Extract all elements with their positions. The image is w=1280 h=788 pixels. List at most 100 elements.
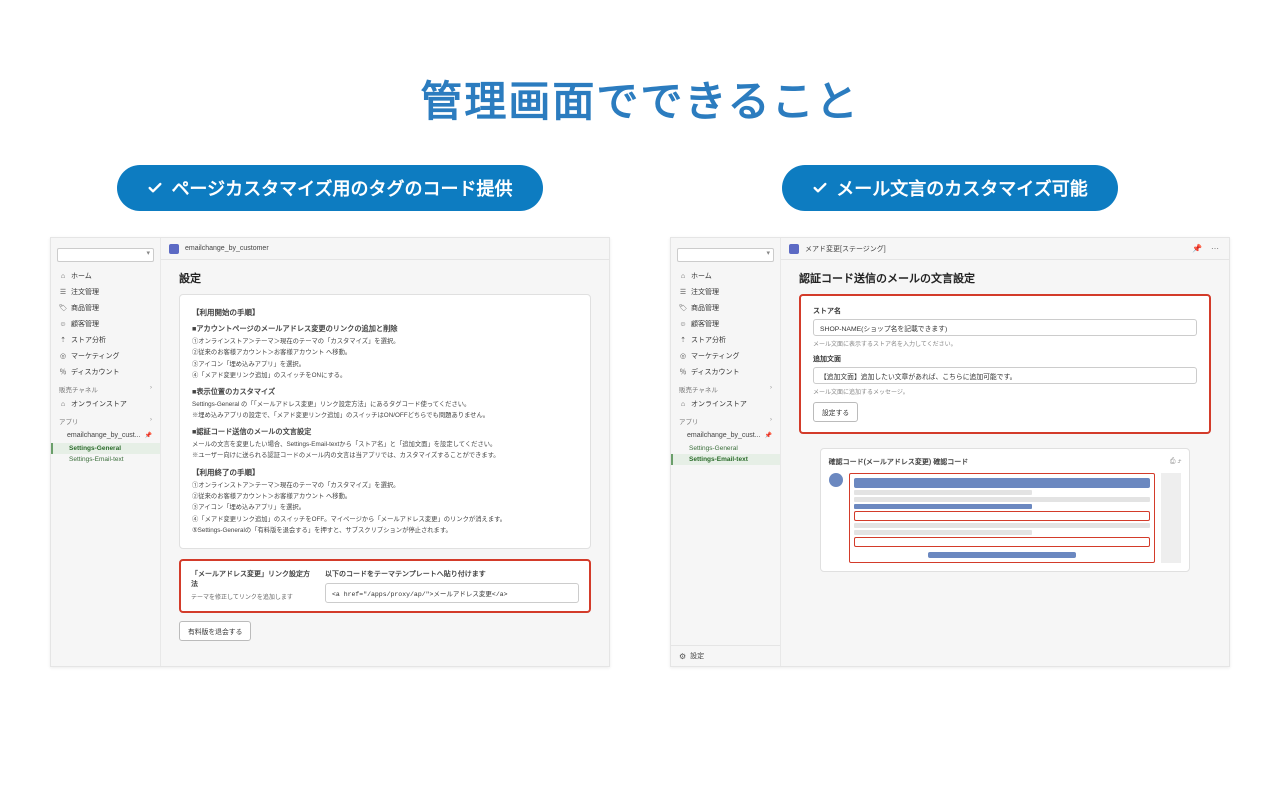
app-topbar: メアド変更[ステージング] 📌 ⋯ <box>781 238 1229 260</box>
link-method-sub: テーマを修正してリンクを追加します <box>191 592 311 601</box>
orders-icon: ☰ <box>59 288 67 296</box>
subnav-settings-email-text[interactable]: Settings-Email-text <box>51 454 160 465</box>
input-additional-text[interactable] <box>813 367 1197 384</box>
chevron-right-icon[interactable]: › <box>150 384 152 394</box>
step-line: ⑤Settings-Generalの「有料版を退会する」を押すと、サブスクリプシ… <box>192 526 578 535</box>
sub-email-text: ■認証コード送信のメールの文言設定 <box>192 427 578 437</box>
nav-analytics[interactable]: ⇡ストア分析 <box>51 332 160 348</box>
save-button[interactable]: 設定する <box>813 402 858 422</box>
screenshot-left: ⌂ホーム ☰注文管理 🏷商品管理 ☺顧客管理 ⇡ストア分析 ◎マーケティング ％… <box>50 237 610 667</box>
chevron-right-icon[interactable]: › <box>150 416 152 426</box>
app-badge-icon <box>789 244 799 254</box>
nav-discounts[interactable]: ％ディスカウント <box>671 364 780 380</box>
pin-icon[interactable]: 📌 <box>145 432 152 439</box>
page-heading: 設定 <box>179 270 591 286</box>
nav-marketing[interactable]: ◎マーケティング <box>51 348 160 364</box>
nav-online-store[interactable]: ⌂オンラインストア <box>51 396 160 412</box>
nav-discounts[interactable]: ％ディスカウント <box>51 364 160 380</box>
marketing-icon: ◎ <box>679 352 687 360</box>
marketing-icon: ◎ <box>59 352 67 360</box>
nav-home[interactable]: ⌂ホーム <box>671 268 780 284</box>
step-line: ①オンラインストア＞テーマ＞現在のテーマの「カスタマイズ」を選択。 <box>192 481 578 490</box>
nav-customers[interactable]: ☺顧客管理 <box>671 316 780 332</box>
pill-left: ページカスタマイズ用のタグのコード提供 <box>117 165 542 211</box>
chevron-right-icon[interactable]: › <box>770 384 772 394</box>
left-column: ページカスタマイズ用のタグのコード提供 ⌂ホーム ☰注文管理 🏷商品管理 ☺顧客… <box>50 165 610 667</box>
discounts-icon: ％ <box>679 368 687 376</box>
label-store-name: ストア名 <box>813 306 1197 316</box>
customers-icon: ☺ <box>59 320 67 328</box>
step-line: ③アイコン「埋め込みアプリ」を選択。 <box>192 360 578 369</box>
nav-section-apps: アプリ› <box>671 412 780 428</box>
sub-add-remove-link: ■アカウントページのメールアドレス変更のリンクの追加と削除 <box>192 324 578 334</box>
right-column: メール文言のカスタマイズ可能 ⌂ホーム ☰注文管理 🏷商品管理 ☺顧客管理 ⇡ス… <box>670 165 1230 667</box>
input-store-name[interactable] <box>813 319 1197 336</box>
nav-analytics[interactable]: ⇡ストア分析 <box>671 332 780 348</box>
cancel-subscription-button[interactable]: 有料版を退会する <box>179 621 251 641</box>
step-line: ③アイコン「埋め込みアプリ」を選択。 <box>192 503 578 512</box>
admin-sidebar: ⌂ホーム ☰注文管理 🏷商品管理 ☺顧客管理 ⇡ストア分析 ◎マーケティング ％… <box>671 238 781 666</box>
analytics-icon: ⇡ <box>679 336 687 344</box>
store-icon: ⌂ <box>679 400 687 408</box>
section-end-title: 【利用終了の手順】 <box>192 467 578 478</box>
gear-icon: ⚙ <box>679 652 686 661</box>
admin-main: emailchange_by_customer 設定 【利用開始の手順】 ■アカ… <box>161 238 609 666</box>
nav-marketing[interactable]: ◎マーケティング <box>671 348 780 364</box>
subnav-settings-email-text[interactable]: Settings-Email-text <box>671 454 780 465</box>
pill-right-label: メール文言のカスタマイズ可能 <box>836 175 1087 201</box>
topbar-title: emailchange_by_customer <box>185 245 269 252</box>
chevron-right-icon[interactable]: › <box>770 416 772 426</box>
topbar-title: メアド変更[ステージング] <box>805 244 886 254</box>
admin-main: メアド変更[ステージング] 📌 ⋯ 認証コード送信のメールの文言設定 ストア名 … <box>781 238 1229 666</box>
step-line: ②従来のお客様アカウント＞お客様アカウント へ移動。 <box>192 348 578 357</box>
app-badge-icon <box>169 244 179 254</box>
step-line: ④「メアド変更リンク追加」のスイッチをONにする。 <box>192 371 578 380</box>
store-selector[interactable] <box>677 248 774 262</box>
check-icon <box>147 180 163 196</box>
pin-icon[interactable]: 📌 <box>765 432 772 439</box>
print-icon[interactable]: ⎙ ⤴ <box>1170 458 1181 466</box>
nav-products[interactable]: 🏷商品管理 <box>51 300 160 316</box>
home-icon: ⌂ <box>679 272 687 280</box>
subnav-settings-general[interactable]: Settings-General <box>671 443 780 454</box>
email-preview-panel: 確認コード(メールアドレス変更) 確認コード ⎙ ⤴ <box>820 448 1191 572</box>
code-snippet[interactable]: <a href="/apps/proxy/ap/">メールアドレス変更</a> <box>325 583 579 603</box>
nav-home[interactable]: ⌂ホーム <box>51 268 160 284</box>
link-code-card: 「メールアドレス変更」リンク設定方法 テーマを修正してリンクを追加します 以下の… <box>179 559 591 613</box>
nav-settings[interactable]: ⚙設定 <box>671 645 780 666</box>
subnav-settings-general[interactable]: Settings-General <box>51 443 160 454</box>
orders-icon: ☰ <box>679 288 687 296</box>
products-icon: 🏷 <box>679 304 687 312</box>
email-body-preview <box>849 473 1156 563</box>
nav-app-emailchange[interactable]: emailchange_by_cust...📌 <box>51 428 160 443</box>
nav-app-emailchange[interactable]: emailchange_by_cust...📌 <box>671 428 780 443</box>
nav-online-store[interactable]: ⌂オンラインストア <box>671 396 780 412</box>
more-icon[interactable]: ⋯ <box>1209 243 1221 255</box>
section-start-title: 【利用開始の手順】 <box>192 307 578 318</box>
customers-icon: ☺ <box>679 320 687 328</box>
nav-orders[interactable]: ☰注文管理 <box>51 284 160 300</box>
preview-title: 確認コード(メールアドレス変更) 確認コード <box>829 457 969 467</box>
step-line: メールの文言を変更したい場合、Settings-Email-textから「ストア… <box>192 440 578 449</box>
step-line: Settings-General の「「メールアドレス変更」リンク設定方法」にあ… <box>192 400 578 409</box>
nav-orders[interactable]: ☰注文管理 <box>671 284 780 300</box>
step-line: ※ユーザー向けに送られる認証コードのメール内の文言は当アプリでは、カスタマイズす… <box>192 451 578 460</box>
page-heading: 認証コード送信のメールの文言設定 <box>799 270 1211 286</box>
nav-products[interactable]: 🏷商品管理 <box>671 300 780 316</box>
email-text-form: ストア名 メール文面に表示するストア名を入力してください。 追加文面 メール文面… <box>799 294 1211 434</box>
step-line: ※埋め込みアプリの設定で、「メアド変更リンク追加」のスイッチはON/OFFどちら… <box>192 411 578 420</box>
nav-customers[interactable]: ☺顧客管理 <box>51 316 160 332</box>
sub-position-customize: ■表示位置のカスタマイズ <box>192 387 578 397</box>
label-additional-text: 追加文面 <box>813 354 1197 364</box>
instructions-card: 【利用開始の手順】 ■アカウントページのメールアドレス変更のリンクの追加と削除 … <box>179 294 591 549</box>
store-selector[interactable] <box>57 248 154 262</box>
page-title: 管理画面でできること <box>0 68 1280 129</box>
screenshot-right: ⌂ホーム ☰注文管理 🏷商品管理 ☺顧客管理 ⇡ストア分析 ◎マーケティング ％… <box>670 237 1230 667</box>
preview-side <box>1161 473 1181 563</box>
nav-section-apps: アプリ› <box>51 412 160 428</box>
products-icon: 🏷 <box>59 304 67 312</box>
avatar <box>829 473 843 487</box>
link-method-title: 「メールアドレス変更」リンク設定方法 <box>191 569 311 589</box>
pill-left-label: ページカスタマイズ用のタグのコード提供 <box>171 175 512 201</box>
pin-icon[interactable]: 📌 <box>1191 243 1203 255</box>
